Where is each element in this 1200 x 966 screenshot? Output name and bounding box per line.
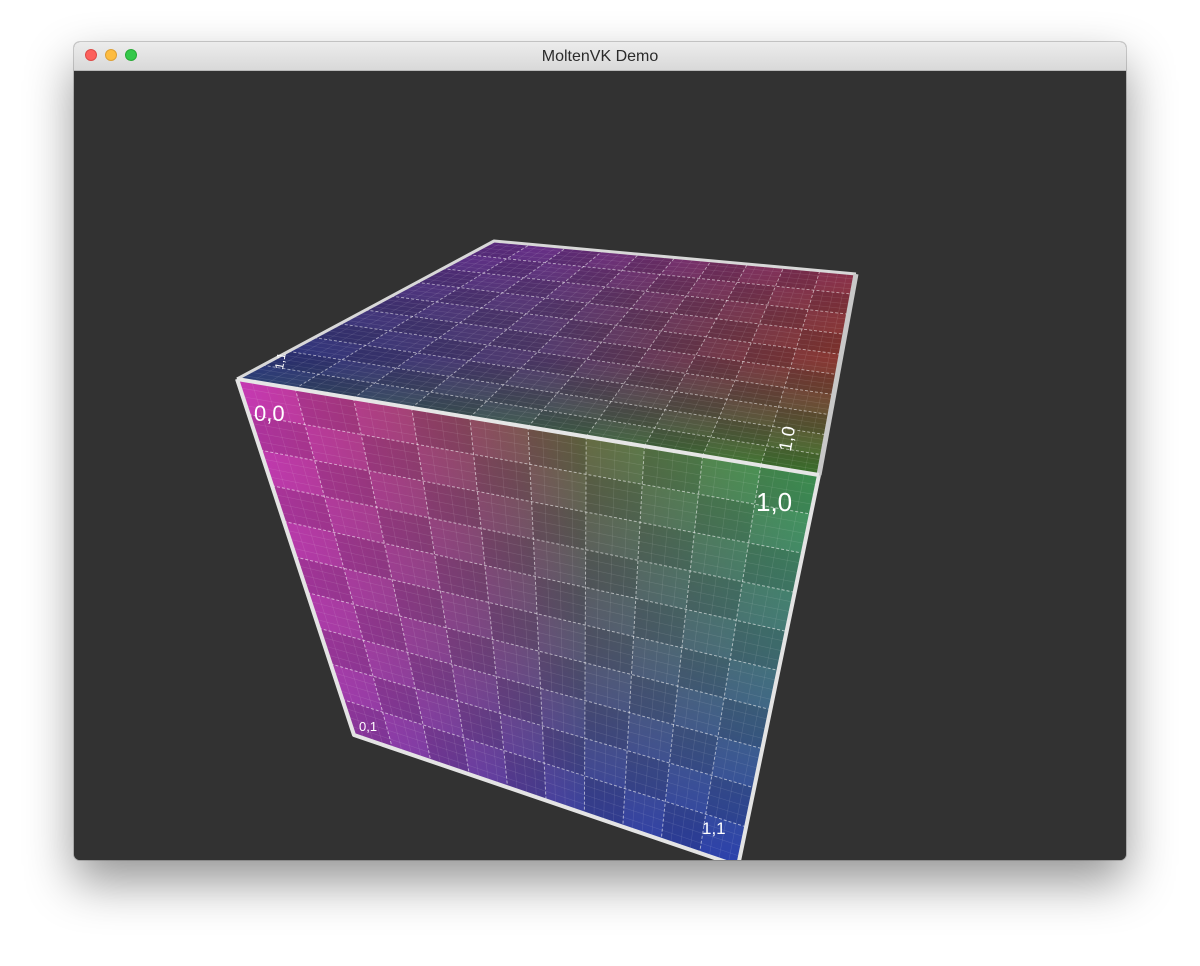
label-front-bottom-left: 0,1: [359, 719, 377, 734]
cube-scene: 0,0 1,0 0,1 1,1 1,0 1,1: [235, 239, 859, 860]
label-top-far-right: 1,0: [775, 425, 799, 453]
render-viewport[interactable]: 0,0 1,0 0,1 1,1 1,0 1,1: [74, 71, 1126, 860]
label-front-bottom-right: 1,1: [702, 819, 726, 838]
title-bar[interactable]: MoltenVK Demo: [74, 42, 1126, 71]
label-front-top-right: 1,0: [756, 487, 792, 517]
label-top-near-left: 1,1: [272, 351, 289, 370]
app-window: MoltenVK Demo 0,0 1,0 0,1 1,1 1,0 1,1: [74, 42, 1126, 860]
window-title: MoltenVK Demo: [541, 48, 659, 65]
label-front-top-left: 0,0: [254, 401, 285, 426]
